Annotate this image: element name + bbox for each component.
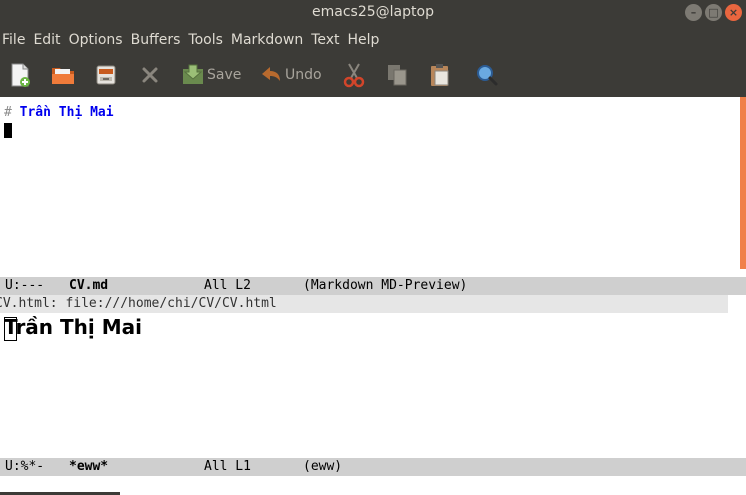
folder-icon (52, 68, 74, 84)
search-button[interactable] (475, 61, 499, 89)
heading-text: Trần Thị Mai (19, 105, 114, 120)
bottom-modeline-buffer-name[interactable]: *eww* (69, 459, 108, 474)
cut-button[interactable] (343, 61, 365, 89)
paste-button[interactable] (429, 61, 451, 89)
preview-cursor (4, 317, 17, 341)
dired-button[interactable] (95, 61, 117, 89)
menu-file[interactable]: File (2, 32, 32, 48)
menu-edit[interactable]: Edit (32, 32, 67, 48)
save-icon (183, 64, 203, 84)
copy-icon (388, 65, 407, 86)
open-file-button[interactable] (50, 61, 76, 89)
kill-buffer-button[interactable] (140, 61, 160, 89)
window-title: emacs25@laptop (312, 4, 434, 20)
minimize-button[interactable]: – (685, 4, 702, 21)
menu-options[interactable]: Options (68, 32, 130, 48)
top-modeline-status: U:--- (5, 278, 45, 293)
undo-label: Undo (285, 67, 322, 83)
menu-text[interactable]: Text (310, 32, 346, 48)
top-scrollbar-thumb[interactable] (740, 97, 746, 269)
eww-header-line: CV.html: file:///home/chi/CV/CV.html (0, 295, 728, 313)
eww-preview-window[interactable]: Trần Thị Mai (0, 313, 728, 458)
text-cursor (4, 123, 12, 138)
top-mode-line: U:--- CV.md All L2 (Markdown MD-Preview) (0, 277, 746, 295)
top-modeline-modes[interactable]: (Markdown MD-Preview) (303, 278, 467, 293)
undo-button[interactable]: Undo (259, 61, 322, 89)
bottom-modeline-status: U:%*- (5, 459, 45, 474)
top-modeline-position: All L2 (204, 278, 251, 293)
bottom-mode-line: U:%*- *eww* All L1 (eww) (0, 458, 746, 476)
eww-page-url: CV.html: file:///home/chi/CV/CV.html (0, 296, 277, 311)
maximize-button[interactable]: □ (705, 4, 722, 21)
title-bar: emacs25@laptop – □ × (0, 0, 746, 26)
top-modeline-buffer-name[interactable]: CV.md (69, 278, 108, 293)
menu-help[interactable]: Help (347, 32, 387, 48)
menu-bar: File Edit Options Buffers Tools Markdown… (0, 26, 746, 54)
close-x-icon (142, 67, 158, 83)
tool-bar: Save Undo (0, 54, 746, 97)
menu-markdown[interactable]: Markdown (230, 32, 310, 48)
new-file-icon (11, 63, 30, 87)
bottom-modeline-position: All L1 (204, 459, 251, 474)
save-button[interactable]: Save (181, 61, 241, 89)
bottom-modeline-modes[interactable]: (eww) (303, 459, 342, 474)
heading-hash-markup: # (4, 105, 12, 120)
undo-icon (262, 67, 280, 81)
save-label: Save (207, 67, 242, 83)
menu-tools[interactable]: Tools (187, 32, 230, 48)
bottom-window-fringe (728, 295, 746, 458)
window-controls: – □ × (685, 4, 742, 21)
cabinet-icon (96, 65, 116, 85)
scissors-icon (343, 63, 365, 88)
markdown-heading-line: # Trần Thị Mai (4, 105, 114, 120)
new-file-button[interactable] (8, 61, 32, 89)
search-icon (477, 65, 498, 86)
markdown-buffer-window[interactable]: # Trần Thị Mai (0, 97, 728, 277)
copy-button[interactable] (386, 61, 408, 89)
menu-buffers[interactable]: Buffers (130, 32, 188, 48)
close-button[interactable]: × (725, 4, 742, 21)
clipboard-icon (431, 64, 449, 86)
rendered-heading: Trần Thị Mai (4, 315, 142, 339)
